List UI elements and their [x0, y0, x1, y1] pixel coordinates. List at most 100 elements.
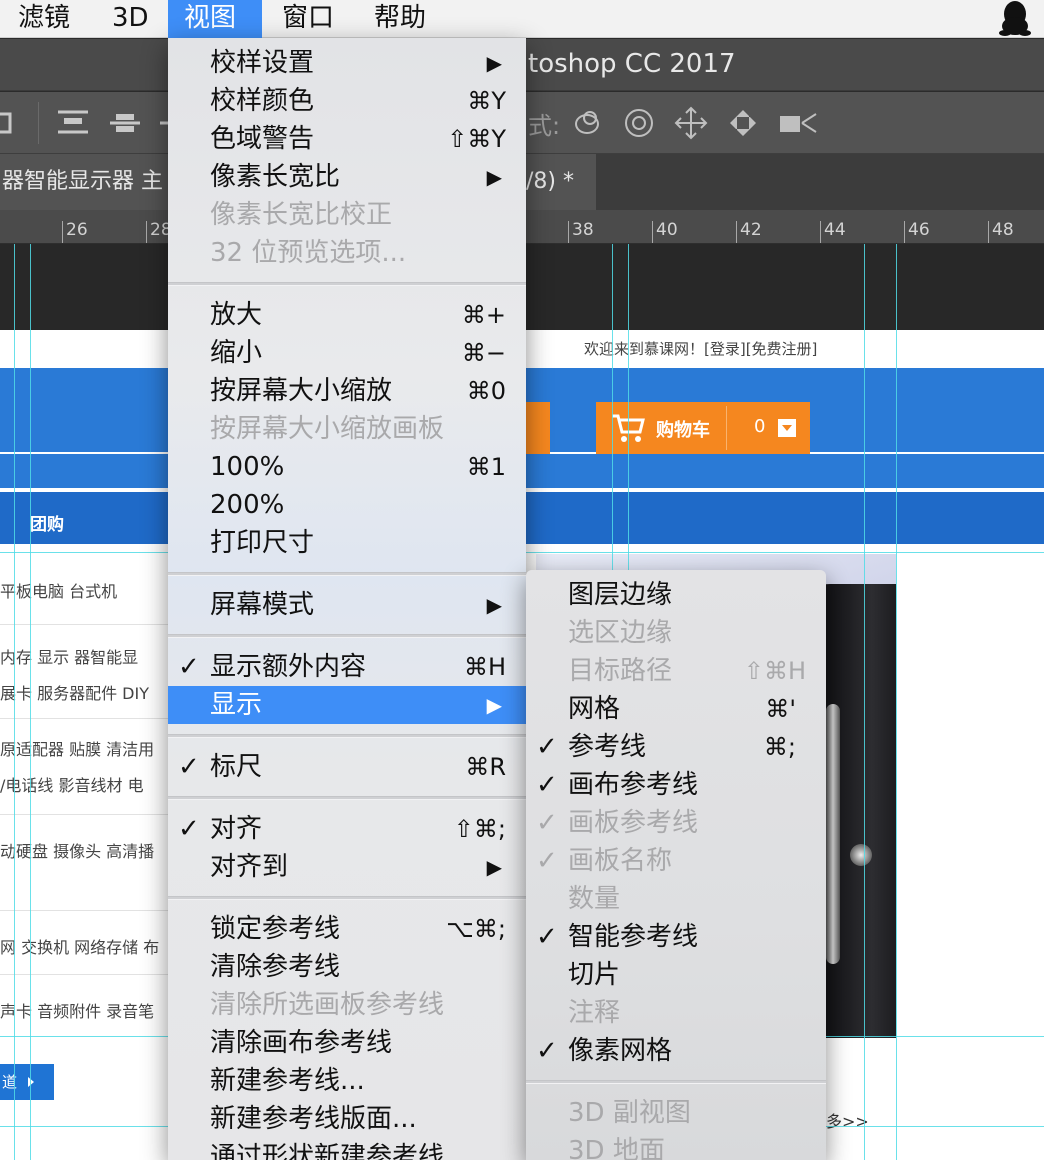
menu-item-label: 校样颜色	[210, 86, 315, 116]
menu-item-200-percent[interactable]: 200%	[168, 486, 526, 524]
menu-help[interactable]: 帮助	[364, 0, 436, 38]
shortcut-label: ⌘+	[461, 301, 506, 329]
distribute-icon[interactable]	[0, 106, 30, 140]
menu-item-label: 参考线	[568, 732, 647, 762]
align-middle-icon[interactable]	[108, 106, 142, 140]
menu-item-label: 通过形状新建参考线	[210, 1142, 445, 1160]
menu-view[interactable]: 视图	[168, 0, 262, 38]
document-tab-title-fragment[interactable]: /8) *	[526, 154, 596, 210]
submenu-item-count: 数量	[526, 880, 826, 918]
menu-item-gamut-warning[interactable]: 色域警告 ⇧⌘Y	[168, 120, 526, 158]
menu-item-proof-colors[interactable]: 校样颜色 ⌘Y	[168, 82, 526, 120]
shortcut-label: ⌘;	[763, 733, 796, 761]
menu-item-lock-guides[interactable]: 锁定参考线 ⌥⌘;	[168, 910, 526, 948]
shortcut-label: ⌘Y	[467, 87, 506, 115]
shortcut-label: ⇧⌘Y	[447, 125, 506, 153]
menu-item-label: 像素网格	[568, 1036, 673, 1066]
pan-3d-icon[interactable]	[674, 106, 708, 140]
menu-separator	[168, 634, 526, 638]
menu-item-label: 数量	[568, 884, 621, 914]
menu-item-new-guide-layout[interactable]: 新建参考线版面...	[168, 1100, 526, 1138]
menu-item-proof-setup[interactable]: 校样设置 ▶	[168, 44, 526, 82]
submenu-item-slices[interactable]: 切片	[526, 956, 826, 994]
menu-item-fit-on-screen[interactable]: 按屏幕大小缩放 ⌘0	[168, 372, 526, 410]
shortcut-label: ⌘H	[463, 653, 506, 681]
menu-separator	[168, 796, 526, 800]
menu-item-label: 打印尺寸	[210, 528, 315, 558]
menu-item-label: 清除参考线	[210, 952, 341, 982]
submenu-item-selection-edges: 选区边缘	[526, 614, 826, 652]
menu-3d[interactable]: 3D	[102, 0, 159, 38]
nav-item-groupbuy[interactable]: 团购	[30, 510, 64, 535]
ruler-label: 48	[992, 220, 1014, 240]
submenu-item-target-path: 目标路径 ⇧⌘H	[526, 652, 826, 690]
qq-penguin-icon[interactable]	[998, 0, 1032, 36]
roll-3d-icon[interactable]	[622, 106, 656, 140]
menu-item-guides-from-shape[interactable]: 通过形状新建参考线	[168, 1138, 526, 1160]
menu-separator	[168, 896, 526, 900]
submenu-arrow-icon: ▶	[486, 593, 502, 617]
category-row[interactable]: 网 交换机 网络存储 布	[0, 934, 159, 958]
guide-line	[864, 244, 865, 1160]
submenu-item-guides[interactable]: ✓ 参考线 ⌘;	[526, 728, 826, 766]
guide-line	[896, 244, 897, 1160]
category-row[interactable]: 原适配器 贴膜 清洁用	[0, 736, 154, 760]
menu-item-clear-guides[interactable]: 清除参考线	[168, 948, 526, 986]
category-row[interactable]: /电话线 影音线材 电	[0, 772, 144, 796]
orbit-3d-icon[interactable]	[570, 106, 604, 140]
menu-item-32bit-preview: 32 位预览选项...	[168, 234, 526, 272]
mac-menubar: 滤镜 3D 视图 窗口 帮助	[0, 0, 1044, 38]
slide-3d-icon[interactable]	[726, 106, 760, 140]
camera-3d-icon[interactable]	[778, 106, 818, 140]
menu-item-label: 目标路径	[568, 656, 673, 686]
submenu-item-canvas-guides[interactable]: ✓ 画布参考线	[526, 766, 826, 804]
menu-window[interactable]: 窗口	[272, 0, 344, 38]
cart-label: 购物车	[656, 420, 710, 441]
shortcut-label: ⌘R	[465, 753, 506, 781]
menu-item-label: 3D 副视图	[568, 1098, 691, 1128]
category-row[interactable]: 平板电脑 台式机	[0, 578, 117, 602]
submenu-item-layer-edges[interactable]: 图层边缘	[526, 576, 826, 614]
menu-item-zoom-out[interactable]: 缩小 ⌘−	[168, 334, 526, 372]
menu-item-label: 锁定参考线	[210, 914, 341, 944]
category-row[interactable]: 内存 显示 器智能显	[0, 644, 138, 668]
menu-item-clear-canvas-guides[interactable]: 清除画布参考线	[168, 1024, 526, 1062]
checkmark-icon: ✓	[536, 922, 558, 952]
document-tab[interactable]: 器智能显示器 主	[0, 154, 176, 210]
submenu-item-smart-guides[interactable]: ✓ 智能参考线	[526, 918, 826, 956]
menu-item-screen-mode[interactable]: 屏幕模式 ▶	[168, 586, 526, 624]
submenu-item-pixel-grid[interactable]: ✓ 像素网格	[526, 1032, 826, 1070]
menu-item-label: 显示额外内容	[210, 652, 367, 682]
menu-item-show[interactable]: 显示 ▶	[168, 686, 526, 724]
menu-item-pixel-aspect-ratio[interactable]: 像素长宽比 ▶	[168, 158, 526, 196]
menu-item-label: 显示	[210, 690, 263, 720]
menu-filter[interactable]: 滤镜	[8, 0, 80, 38]
menu-item-100-percent[interactable]: 100% ⌘1	[168, 448, 526, 486]
shortcut-label: ⌘'	[765, 695, 796, 723]
ruler-label: 40	[656, 220, 678, 240]
menu-item-print-size[interactable]: 打印尺寸	[168, 524, 526, 562]
menu-item-rulers[interactable]: ✓ 标尺 ⌘R	[168, 748, 526, 786]
more-button[interactable]: 道	[0, 1064, 54, 1100]
menu-item-label: 100%	[210, 452, 285, 482]
submenu-arrow-icon: ▶	[486, 693, 502, 717]
category-row[interactable]: 展卡 服务器配件 DIY	[0, 680, 149, 704]
checkmark-icon: ✓	[536, 846, 558, 876]
menu-item-snap[interactable]: ✓ 对齐 ⇧⌘;	[168, 810, 526, 848]
category-row[interactable]: 声卡 音频附件 录音笔	[0, 998, 154, 1022]
category-row[interactable]: 动硬盘 摄像头 高清播	[0, 838, 154, 862]
menu-item-new-guide[interactable]: 新建参考线...	[168, 1062, 526, 1100]
align-top-icon[interactable]	[56, 106, 90, 140]
submenu-item-grid[interactable]: 网格 ⌘'	[526, 690, 826, 728]
menu-item-label: 按屏幕大小缩放画板	[210, 414, 445, 444]
menu-item-label: 注释	[568, 998, 621, 1028]
menu-item-label: 网格	[568, 694, 621, 724]
menu-item-label: 色域警告	[210, 124, 315, 154]
more-link[interactable]: 多>>	[826, 1108, 869, 1132]
menu-item-snap-to[interactable]: 对齐到 ▶	[168, 848, 526, 886]
menu-separator	[526, 1080, 826, 1084]
menu-item-extras[interactable]: ✓ 显示额外内容 ⌘H	[168, 648, 526, 686]
ruler-label: 46	[908, 220, 930, 240]
menu-item-zoom-in[interactable]: 放大 ⌘+	[168, 296, 526, 334]
menu-item-label: 清除画布参考线	[210, 1028, 393, 1058]
